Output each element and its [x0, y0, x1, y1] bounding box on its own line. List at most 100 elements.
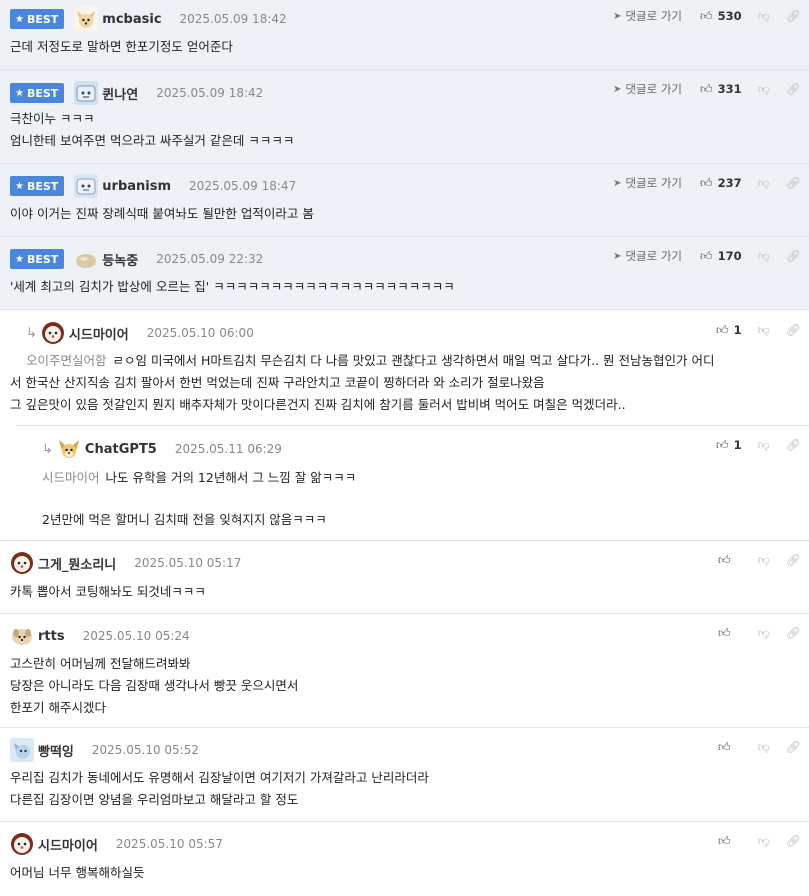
comment-item: 그게_뭔소리니 2025.05.10 05:17 👍︎ 👎︎ 🔗︎ 카톡 뽑아서… [0, 541, 809, 614]
thumbs-down-icon[interactable]: 👎︎ [758, 323, 770, 338]
thumbs-down-icon[interactable]: 👎︎ [758, 834, 770, 849]
reply-arrow-icon: ↳ [42, 441, 53, 457]
comment-item: ★ BEST urbanism 2025.05.09 18:47 ➤ 댓글로 가기 … [0, 164, 809, 237]
goto-reply-button[interactable]: ➤ 댓글로 가기 [613, 81, 682, 97]
comment-author[interactable]: mcbasic [102, 12, 161, 27]
thumbs-down-icon[interactable]: 👎︎ [758, 438, 770, 453]
link-icon[interactable]: 🔗︎ [786, 9, 801, 23]
comment-author[interactable]: 그게_뭔소리니 [38, 554, 116, 573]
star-icon: ★ [15, 253, 24, 265]
like-button[interactable]: 👍︎ 331 [700, 82, 742, 97]
divider [16, 425, 809, 426]
like-button[interactable]: 👍︎ 237 [700, 176, 742, 191]
comment-header: ↳ ChatGPT5 2025.05.11 06:29 [42, 437, 282, 461]
thumbs-up-icon: 👍︎ [718, 552, 731, 567]
mention-tag[interactable]: 시드마이어 [42, 470, 100, 485]
comment-body: 오이주면실어함 ㄹㅇ임 미국에서 H마트김치 무슨김치 다 나름 맛있고 괜찮다고… [10, 353, 715, 412]
best-badge: ★ BEST [10, 249, 65, 269]
comment-date: 2025.05.10 06:00 [146, 326, 254, 340]
comment-actions: 👍︎ 👎︎ 🔗︎ [718, 736, 801, 758]
goto-reply-button[interactable]: ➤ 댓글로 가기 [613, 175, 682, 191]
star-icon: ★ [15, 180, 24, 192]
comment-author[interactable]: ChatGPT5 [85, 442, 157, 457]
like-button[interactable]: 👍︎ [718, 740, 742, 755]
avatar[interactable] [40, 321, 65, 345]
avatar[interactable] [74, 7, 99, 31]
comment-author[interactable]: rtts [38, 629, 65, 644]
comment-body: 근데 저정도로 말하면 한포기정도 얻어준다 [10, 39, 233, 54]
comment-date: 2025.05.09 18:47 [189, 179, 297, 193]
link-icon[interactable]: 🔗︎ [786, 740, 801, 754]
thumbs-down-icon[interactable]: 👎︎ [758, 249, 770, 264]
thumbs-down-icon[interactable]: 👎︎ [758, 176, 770, 191]
comment-actions: ➤ 댓글로 가기 👍︎ 170 👎︎ 🔗︎ [613, 245, 801, 267]
avatar[interactable] [10, 738, 34, 762]
comment-actions: ➤ 댓글로 가기 👍︎ 530 👎︎ 🔗︎ [613, 5, 801, 27]
comment-author[interactable]: 시드마이어 [69, 324, 129, 343]
comment-date: 2025.05.09 18:42 [156, 86, 264, 100]
avatar[interactable] [74, 81, 99, 105]
link-icon[interactable]: 🔗︎ [786, 249, 801, 263]
like-count: 170 [717, 249, 742, 263]
like-count: 530 [717, 9, 742, 23]
comment-body: 우리집 김치가 동네에서도 유명해서 김장날이면 여기저기 가져갈라고 난리라더… [10, 770, 429, 807]
link-icon[interactable]: 🔗︎ [786, 438, 801, 452]
comment-actions: 👍︎ 👎︎ 🔗︎ [718, 549, 801, 571]
mention-tag[interactable]: 오이주면실어함 [26, 353, 107, 368]
goto-reply-button[interactable]: ➤ 댓글로 가기 [613, 8, 682, 24]
like-button[interactable]: 👍︎ [718, 834, 742, 849]
goto-reply-button[interactable]: ➤ 댓글로 가기 [613, 248, 682, 264]
link-icon[interactable]: 🔗︎ [786, 626, 801, 640]
send-arrow-icon: ➤ [613, 177, 622, 189]
thumbs-up-icon: 👍︎ [716, 322, 729, 337]
comment-author[interactable]: urbanism [102, 179, 171, 194]
comment-header: 시드마이어 2025.05.10 05:57 [10, 832, 223, 856]
comment-header: ↳ 시드마이어 2025.05.10 06:00 [26, 321, 254, 345]
thumbs-down-icon[interactable]: 👎︎ [758, 82, 770, 97]
avatar[interactable] [10, 551, 34, 575]
link-icon[interactable]: 🔗︎ [786, 834, 801, 848]
best-badge: ★ BEST [10, 9, 65, 29]
comment-author[interactable]: 시드마이어 [38, 835, 98, 854]
comment-body: 극찬이누 ㅋㅋㅋ 엄니한테 보여주면 먹으라고 싸주실거 같은데 ㅋㅋㅋㅋ [10, 111, 295, 148]
link-icon[interactable]: 🔗︎ [786, 82, 801, 96]
thumbs-down-icon[interactable]: 👎︎ [758, 740, 770, 755]
comment-body: 시드마이어 나도 유학을 거의 12년해서 그 느낌 잘 앎ㅋㅋㅋ 2년만에 먹은… [42, 470, 357, 527]
star-icon: ★ [15, 87, 24, 99]
send-arrow-icon: ➤ [613, 10, 622, 22]
avatar[interactable] [10, 832, 34, 856]
link-icon[interactable]: 🔗︎ [786, 323, 801, 337]
avatar[interactable] [74, 174, 99, 198]
thumbs-down-icon[interactable]: 👎︎ [758, 9, 770, 24]
like-button[interactable]: 👍︎ 530 [700, 9, 742, 24]
thumbs-down-icon[interactable]: 👎︎ [758, 553, 770, 568]
best-badge: ★ BEST [10, 83, 65, 103]
reply-arrow-icon: ↳ [26, 325, 37, 341]
avatar[interactable] [56, 437, 81, 461]
link-icon[interactable]: 🔗︎ [786, 553, 801, 567]
thumbs-down-icon[interactable]: 👎︎ [758, 626, 770, 641]
like-button[interactable]: 👍︎ 170 [700, 249, 742, 264]
comment-date: 2025.05.10 05:24 [82, 629, 190, 643]
comment-actions: ➤ 댓글로 가기 👍︎ 331 👎︎ 🔗︎ [613, 78, 801, 100]
comment-author[interactable]: 퀸나연 [102, 84, 138, 103]
comment-item: ↳ ChatGPT5 2025.05.11 06:29 👍︎ 1 👎︎ 🔗︎ 시드… [0, 425, 809, 541]
comment-item: rtts 2025.05.10 05:24 👍︎ 👎︎ 🔗︎ 고스란히 어머님께… [0, 614, 809, 728]
link-icon[interactable]: 🔗︎ [786, 176, 801, 190]
comment-author[interactable]: 빵떡잉 [38, 741, 74, 760]
avatar[interactable] [10, 624, 34, 648]
comment-body: 카톡 뽑아서 코팅해놔도 되것네ㅋㅋㅋ [10, 584, 206, 599]
like-count: 331 [717, 82, 742, 96]
comment-actions: 👍︎ 👎︎ 🔗︎ [718, 830, 801, 852]
like-button[interactable]: 👍︎ 1 [716, 438, 742, 453]
comment-author[interactable]: 등녹중 [102, 250, 138, 269]
comment-item: ★ BEST 퀸나연 2025.05.09 18:42 ➤ 댓글로 가기 👍︎ 331… [0, 70, 809, 164]
like-button[interactable]: 👍︎ [718, 553, 742, 568]
avatar[interactable] [74, 247, 99, 271]
like-button[interactable]: 👍︎ 1 [716, 323, 742, 338]
comment-header: ★ BEST mcbasic 2025.05.09 18:42 [10, 7, 287, 31]
comment-header: ★ BEST 등녹중 2025.05.09 22:32 [10, 247, 263, 271]
comment-item: 빵떡잉 2025.05.10 05:52 👍︎ 👎︎ 🔗︎ 우리집 김치가 동네… [0, 728, 809, 822]
comment-actions: 👍︎ 1 👎︎ 🔗︎ [716, 319, 801, 341]
like-button[interactable]: 👍︎ [718, 626, 742, 641]
